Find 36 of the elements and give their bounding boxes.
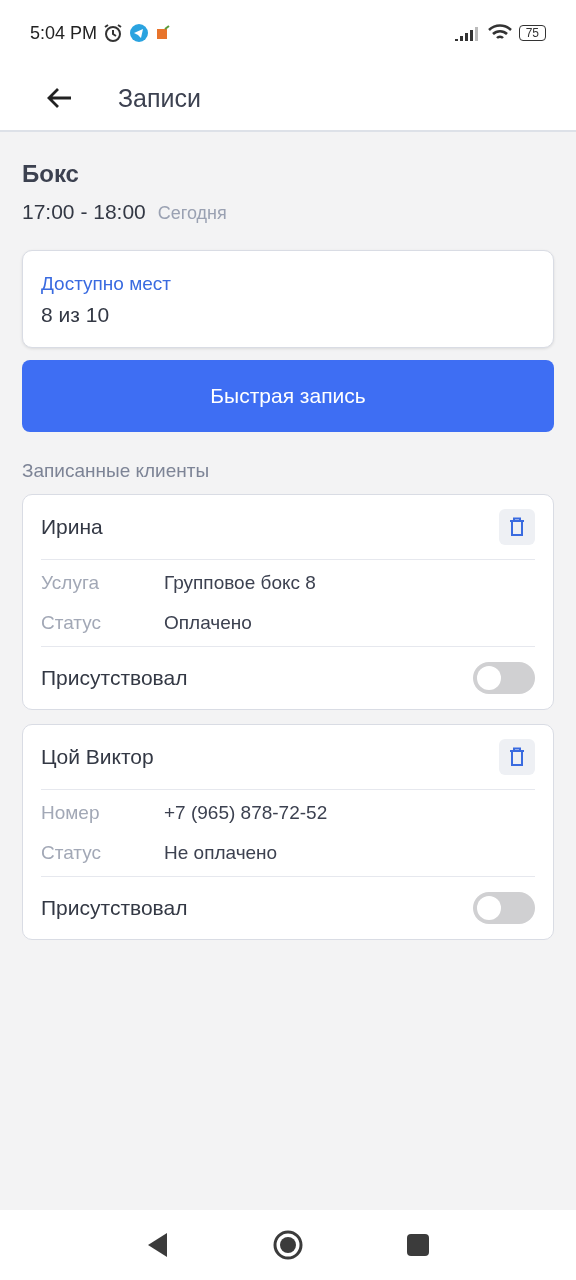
attendance-label: Присутствовал bbox=[41, 896, 188, 920]
page-title: Записи bbox=[118, 83, 201, 113]
class-day: Сегодня bbox=[157, 203, 227, 224]
field-value: Не оплачено bbox=[164, 842, 279, 864]
battery-level: 75 bbox=[518, 25, 546, 41]
status-time: 5:04 PM bbox=[30, 22, 98, 44]
field-value: Групповое бокс 8 bbox=[164, 572, 317, 594]
back-arrow-icon[interactable] bbox=[46, 87, 72, 109]
class-time: 17:00 - 18:00 bbox=[22, 200, 146, 224]
class-title: Бокс bbox=[22, 160, 80, 188]
field-label: Номер bbox=[41, 802, 101, 824]
field-value: +7 (965) 878-72-52 bbox=[164, 802, 329, 824]
availability-value: 8 из 10 bbox=[41, 303, 111, 327]
client-name: Ирина bbox=[41, 515, 103, 539]
client-name: Цой Виктор bbox=[41, 745, 154, 769]
attendance-switch[interactable] bbox=[473, 662, 535, 694]
trash-icon bbox=[509, 747, 525, 767]
alarm-clock-icon bbox=[103, 23, 124, 43]
recents-icon[interactable] bbox=[407, 1234, 429, 1256]
field-label: Статус bbox=[41, 612, 103, 634]
attendance-label: Присутствовал bbox=[41, 666, 188, 690]
quick-booking-button[interactable]: Быстрая запись bbox=[22, 360, 554, 432]
back-icon[interactable] bbox=[147, 1232, 169, 1258]
delete-button[interactable] bbox=[499, 739, 535, 775]
field-value: Оплачено bbox=[164, 612, 253, 634]
signal-icon bbox=[454, 25, 481, 41]
field-label: Статус bbox=[41, 842, 103, 864]
field-label: Услуга bbox=[41, 572, 100, 594]
attendance-switch[interactable] bbox=[473, 892, 535, 924]
delete-button[interactable] bbox=[499, 509, 535, 545]
home-icon[interactable] bbox=[273, 1230, 303, 1260]
trash-icon bbox=[509, 517, 525, 537]
section-heading: Записанные клиенты bbox=[22, 460, 211, 482]
notification-icon bbox=[155, 25, 172, 41]
paper-plane-icon bbox=[129, 23, 150, 43]
availability-label: Доступно мест bbox=[41, 273, 173, 295]
